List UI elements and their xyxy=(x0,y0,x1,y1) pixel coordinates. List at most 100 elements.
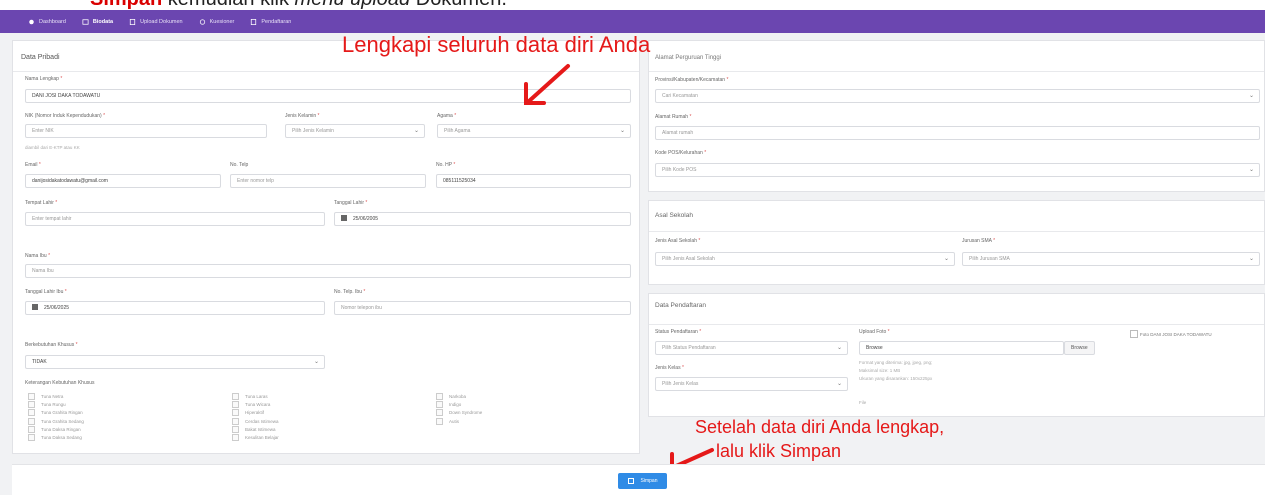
save-button[interactable]: Simpan xyxy=(618,473,667,489)
nama-ibu-label: Nama Ibu * xyxy=(25,253,51,259)
nama-ibu-input[interactable]: Nama Ibu xyxy=(25,264,631,278)
checkbox[interactable] xyxy=(232,425,239,433)
calendar-icon xyxy=(341,214,347,221)
dimension-hint: Ukuran yang disarankan: 150x225px xyxy=(859,376,933,381)
alamat-rumah-input[interactable]: Alamat rumah xyxy=(655,126,1260,140)
checkbox-option[interactable]: Autis xyxy=(436,417,459,425)
alamat-title: Alamat Perguruan Tinggi xyxy=(655,55,722,61)
checkbox[interactable] xyxy=(232,434,239,441)
telp-ibu-input[interactable]: Nomor telepon ibu xyxy=(334,301,631,315)
alamat-rumah-label: Alamat Rumah * xyxy=(655,114,692,120)
arrow-annotation-top xyxy=(524,64,570,105)
checkbox[interactable] xyxy=(232,393,239,400)
chevron-down-icon: ⌄ xyxy=(1248,93,1254,99)
checkbox[interactable] xyxy=(28,393,35,400)
jenis-kelas-select[interactable]: Pilih Jenis Kelas ⌄ xyxy=(655,377,848,391)
checkbox[interactable] xyxy=(28,434,35,441)
tgl-lahir-ibu-input[interactable]: 25/06/2025 xyxy=(25,301,325,315)
jenis-kelamin-label: Jenis Kelamin * xyxy=(285,113,320,119)
checkbox[interactable] xyxy=(232,401,239,409)
form-icon xyxy=(251,18,257,25)
nav-upload-dokumen[interactable]: Upload Dokumen xyxy=(129,18,183,25)
checkbox[interactable] xyxy=(28,401,35,409)
email-label: Email * xyxy=(25,162,41,168)
upload-foto-input[interactable]: Browse xyxy=(859,341,1064,355)
chevron-down-icon: ⌄ xyxy=(619,128,625,134)
tgl-lahir-ibu-label: Tanggal Lahir Ibu * xyxy=(25,289,67,295)
checkbox-option[interactable]: Tuna Daksa Ringan xyxy=(28,425,81,433)
question-icon xyxy=(199,18,205,25)
checkbox-label: Hiperaktif xyxy=(245,410,265,416)
berkebutuhan-khusus-select[interactable]: TIDAK ⌄ xyxy=(25,355,325,369)
checkbox-label: Tuna Grahita Ringan xyxy=(41,410,83,416)
checkbox-label: Cerdas Istimewa xyxy=(245,418,279,424)
format-hint: Format yang diterima: jpg, jpeg, png; xyxy=(859,360,933,365)
save-icon xyxy=(627,478,634,484)
nama-label: Nama Lengkap * xyxy=(25,76,63,82)
kode-pos-label: Kode POS/Kelurahan * xyxy=(655,150,707,156)
checkbox[interactable] xyxy=(436,401,443,409)
jurusan-label: Jurusan SMA * xyxy=(962,238,996,244)
chevron-down-icon: ⌄ xyxy=(1248,256,1254,262)
size-hint: Maksimal size: 1 MB xyxy=(859,368,901,373)
browse-button[interactable]: Browse xyxy=(1064,341,1095,355)
nav-kuesioner[interactable]: Kuesioner xyxy=(199,18,234,25)
nav-biodata[interactable]: Biodata xyxy=(82,19,113,25)
checkbox-option[interactable]: Tuna Grahita Ringan xyxy=(28,409,83,417)
checkbox-option[interactable]: Down Syndrome xyxy=(436,409,483,417)
checkbox-option[interactable]: Indigo xyxy=(436,401,461,409)
pendaftaran-title: Data Pendaftaran xyxy=(655,302,706,309)
checkbox[interactable] xyxy=(436,417,443,425)
save-label: Simpan xyxy=(640,478,658,484)
agama-label: Agama * xyxy=(437,113,457,119)
agama-select[interactable]: Pilih Agama ⌄ xyxy=(437,124,631,138)
tempat-lahir-input[interactable]: Enter tempat lahir xyxy=(25,212,325,226)
checkbox[interactable] xyxy=(232,417,239,425)
caption-strip: Simpan kemudian klik menu upload Dokumen… xyxy=(0,0,1265,10)
nik-input[interactable]: Enter NIK xyxy=(25,124,267,138)
nik-hint: diambil dari E-KTP atau KK xyxy=(25,145,80,150)
checkbox-option[interactable]: Tuna Daksa Sedang xyxy=(28,434,82,441)
checkbox[interactable] xyxy=(436,393,443,400)
checkbox-option[interactable]: Tuna Laras xyxy=(232,393,268,400)
jurusan-select[interactable]: Pilih Jurusan SMA ⌄ xyxy=(962,252,1260,266)
provinsi-select[interactable]: Cari Kecamatan ⌄ xyxy=(655,89,1260,103)
keterangan-label: Keterangan Kebutuhan Khusus xyxy=(25,380,95,386)
jenis-sekolah-select[interactable]: Pilih Jenis Asal Sekolah ⌄ xyxy=(655,252,955,266)
telp-label: No. Telp xyxy=(230,162,249,168)
checkbox-option[interactable]: Tuna Grahita Sedang xyxy=(28,417,84,425)
checkbox-option[interactable]: Cerdas Istimewa xyxy=(232,417,279,425)
checkbox[interactable] xyxy=(232,409,239,417)
checkbox-option[interactable]: Tuna Wicara xyxy=(232,401,270,409)
checkbox-option[interactable]: Bakat Istimewa xyxy=(232,425,276,433)
checkbox-label: Tuna Daksa Sedang xyxy=(41,435,82,440)
telp-input[interactable]: Enter nomor telp xyxy=(230,174,426,188)
checkbox[interactable] xyxy=(28,409,35,417)
nav-dashboard[interactable]: Dashboard xyxy=(28,19,66,25)
kode-pos-select[interactable]: Pilih Kode POS ⌄ xyxy=(655,163,1260,177)
hp-input[interactable]: 085111525034 xyxy=(436,174,631,188)
nav-pendaftaran[interactable]: Pendaftaran xyxy=(250,18,292,25)
checkbox-option[interactable]: Hiperaktif xyxy=(232,409,265,417)
email-input[interactable]: danijosidakatodawatu@gmail.com xyxy=(25,174,221,188)
checkbox-option[interactable]: Tuna Netra xyxy=(28,393,63,400)
file-hint: File xyxy=(859,400,867,405)
chevron-down-icon: ⌄ xyxy=(836,381,842,387)
nav-pendaftaran-label: Pendaftaran xyxy=(261,18,292,25)
checkbox-option[interactable]: Tuna Rungu xyxy=(28,401,66,409)
checkbox-option[interactable]: Narkoba xyxy=(436,393,466,400)
chevron-down-icon: ⌄ xyxy=(313,359,319,365)
asal-sekolah-title: Asal Sekolah xyxy=(655,212,693,219)
data-pendaftaran-card xyxy=(648,293,1265,417)
checkbox[interactable] xyxy=(28,417,35,425)
checkbox[interactable] xyxy=(28,425,35,433)
tanggal-lahir-input[interactable]: 25/06/2005 xyxy=(334,212,631,226)
checkbox-label: Narkoba xyxy=(449,394,467,399)
checkbox[interactable] xyxy=(436,409,443,417)
upload-icon xyxy=(129,18,136,25)
jenis-kelamin-select[interactable]: Pilih Jenis Kelamin ⌄ xyxy=(285,124,425,138)
checkbox-label: Down Syndrome xyxy=(449,410,483,416)
checkbox-option[interactable]: Kesulitan Belajar xyxy=(232,434,279,441)
status-pendaftaran-select[interactable]: Pilih Status Pendaftaran ⌄ xyxy=(655,341,848,355)
photo-preview: Foto DANI JOSI DAKA TODAWATU xyxy=(1130,330,1212,338)
